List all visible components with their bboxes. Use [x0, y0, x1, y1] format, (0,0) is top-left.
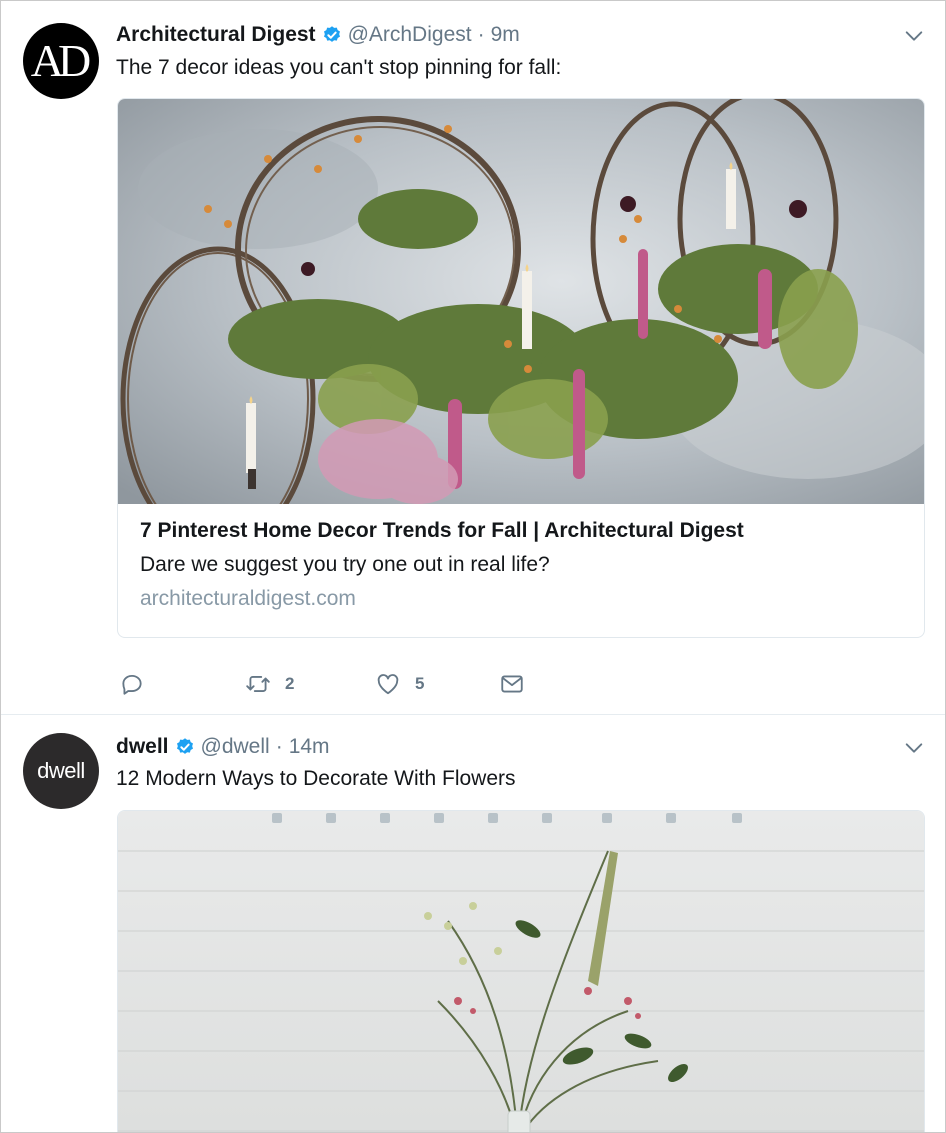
wreath-photo [118, 99, 924, 504]
verified-badge-icon [323, 26, 340, 42]
like-count: 5 [415, 674, 425, 693]
flowers-photo [118, 811, 924, 1132]
card-domain: architecturaldigest.com [140, 587, 356, 610]
card-body: 7 Pinterest Home Decor Trends for Fall |… [140, 519, 902, 611]
media-card[interactable] [117, 810, 925, 1132]
tweet-text: The 7 decor ideas you can't stop pinning… [116, 56, 562, 79]
author-name[interactable]: dwell [116, 735, 169, 759]
card-description: Dare we suggest you try one out in real … [140, 553, 550, 576]
retweet-icon [246, 676, 270, 692]
tweet-header: dwell @dwell · 14m [116, 733, 925, 761]
retweet-button[interactable]: 2 [245, 671, 375, 697]
avatar-logo: dwell [37, 758, 85, 783]
timeline: AD Architectural Digest @ArchDigest · 9m… [0, 0, 946, 1133]
link-card[interactable]: 7 Pinterest Home Decor Trends for Fall |… [117, 98, 925, 638]
avatar[interactable]: dwell [23, 733, 99, 809]
tweet-header: Architectural Digest @ArchDigest · 9m [116, 21, 925, 49]
direct-message-button[interactable] [499, 671, 525, 697]
reply-icon [122, 674, 142, 695]
separator-dot: · [477, 23, 485, 46]
like-button[interactable]: 5 [375, 671, 499, 697]
avatar-logo: AD [30, 35, 92, 86]
verified-badge-icon [176, 738, 193, 754]
timestamp[interactable]: 14m [289, 735, 330, 759]
card-image[interactable] [118, 99, 924, 504]
separator-dot: · [275, 735, 283, 758]
avatar[interactable]: AD [23, 23, 99, 99]
timestamp[interactable]: 9m [491, 23, 520, 47]
tweet-actions: 2 5 [119, 669, 525, 699]
tweet[interactable]: AD Architectural Digest @ArchDigest · 9m… [1, 1, 945, 715]
card-image[interactable] [118, 811, 924, 1132]
tweet[interactable]: dwell dwell @dwell · 14m 12 Modern Ways … [1, 715, 945, 1132]
envelope-icon [501, 675, 523, 693]
card-title[interactable]: 7 Pinterest Home Decor Trends for Fall |… [140, 519, 902, 543]
author-name[interactable]: Architectural Digest [116, 23, 316, 47]
chevron-down-icon[interactable] [903, 25, 925, 47]
retweet-count: 2 [285, 674, 295, 693]
chevron-down-icon[interactable] [903, 737, 925, 759]
heart-icon [377, 674, 399, 695]
reply-button[interactable] [119, 671, 245, 697]
tweet-text: 12 Modern Ways to Decorate With Flowers [116, 767, 516, 790]
author-handle[interactable]: @dwell [201, 735, 270, 759]
author-handle[interactable]: @ArchDigest [348, 23, 472, 47]
